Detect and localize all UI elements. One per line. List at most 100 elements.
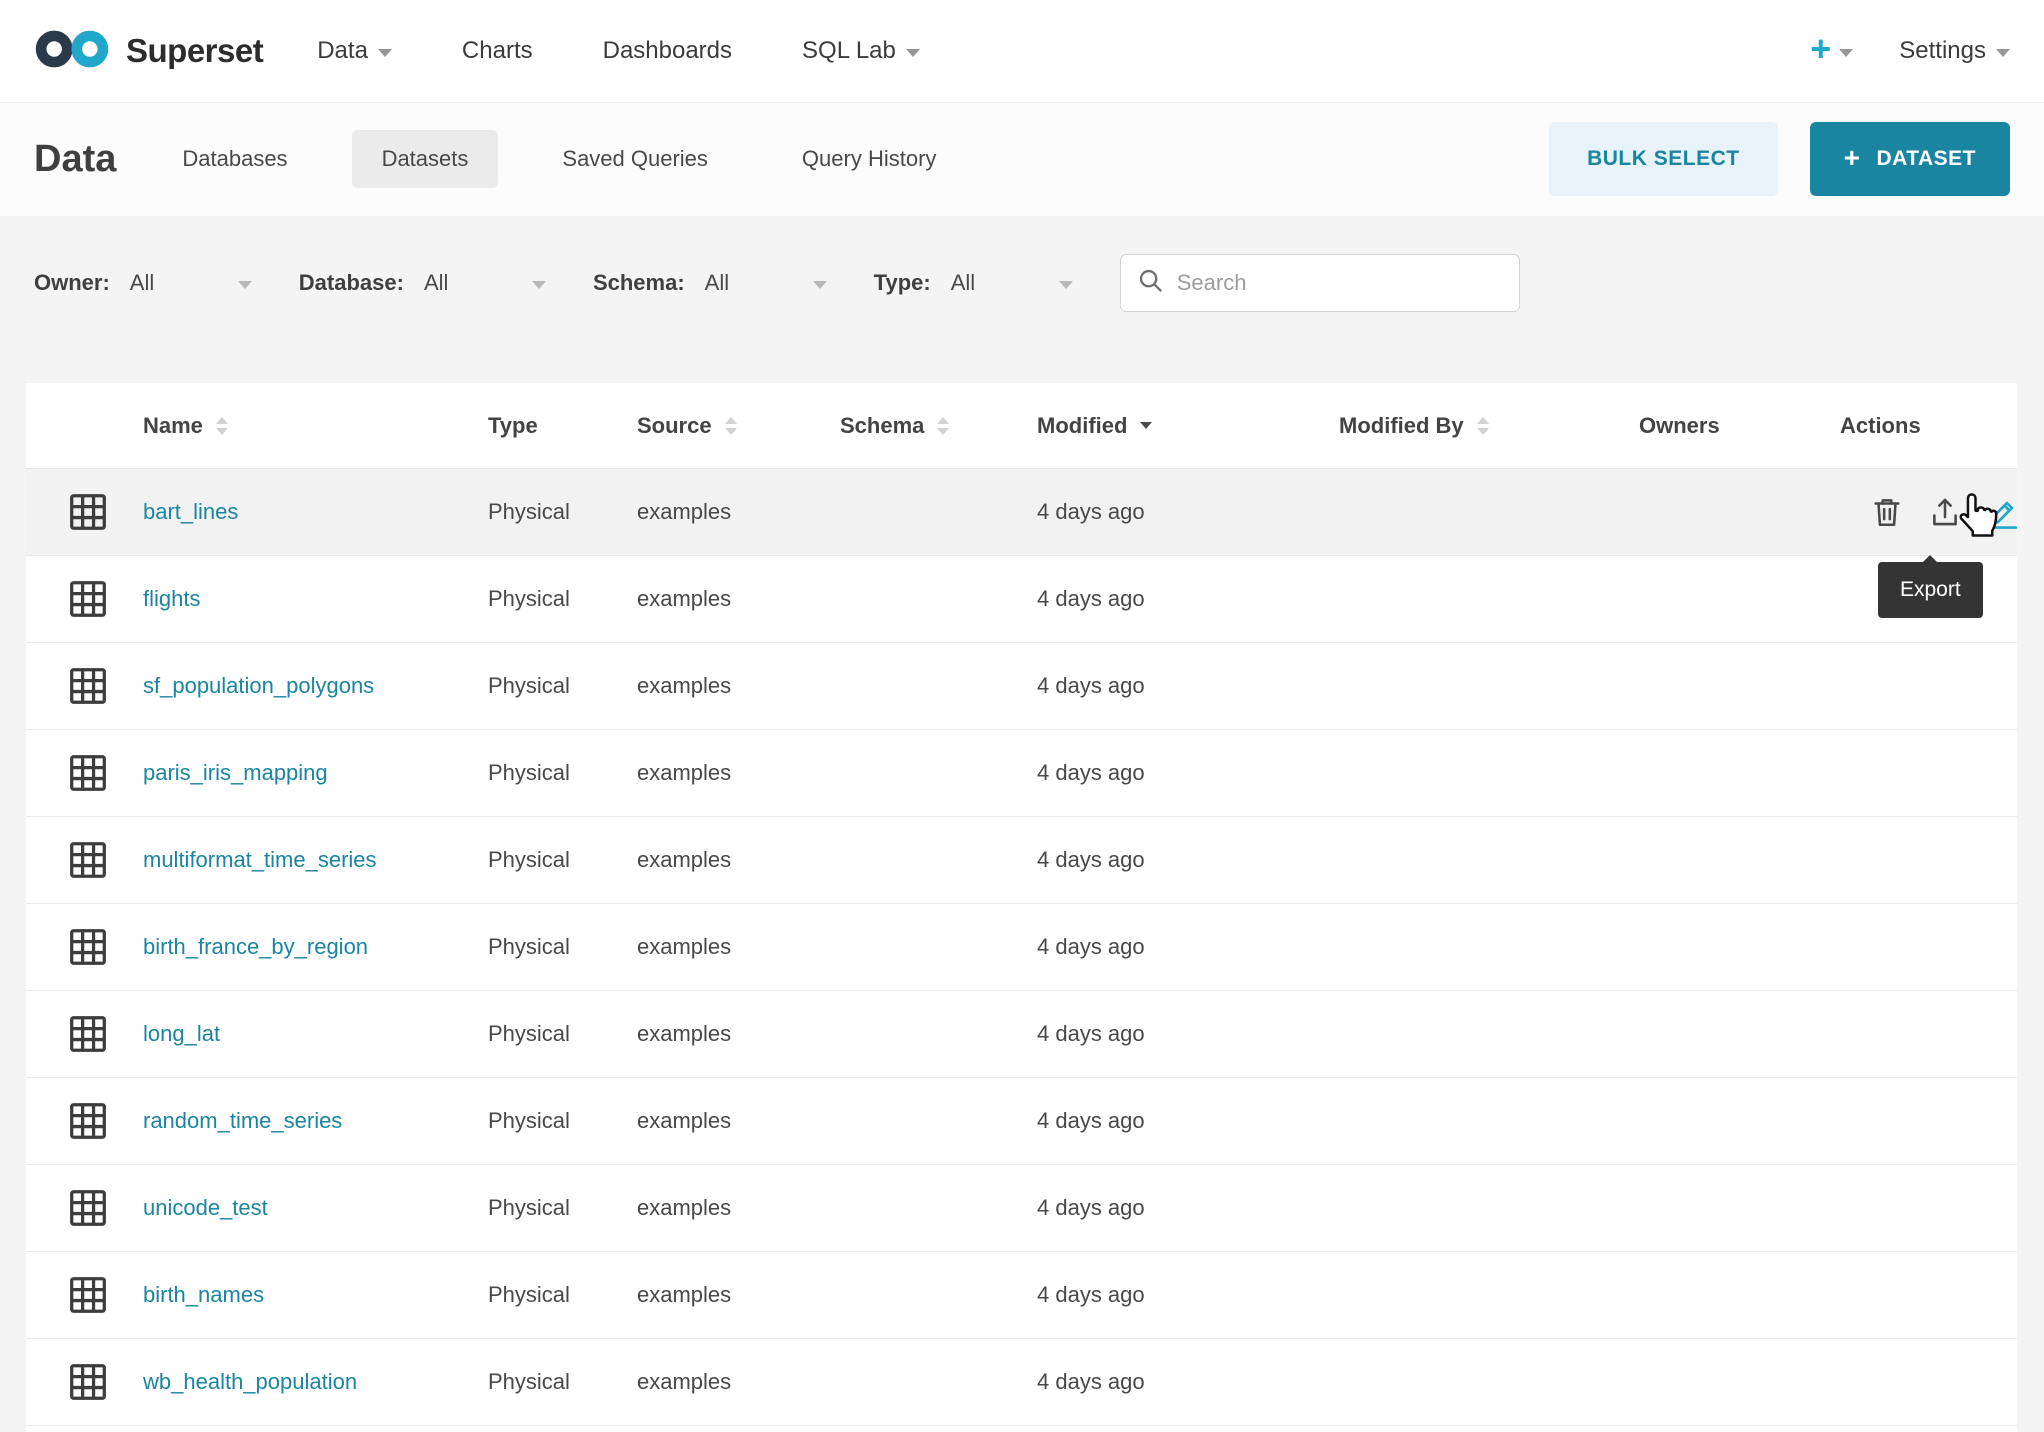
table-row[interactable]: birth_namesPhysicalexamples4 days ago xyxy=(26,1252,2017,1339)
dataset-source: examples xyxy=(637,586,840,612)
filter-bar: Owner: All Database: All Schema: All Typ… xyxy=(0,216,2044,350)
dataset-name-link[interactable]: paris_iris_mapping xyxy=(143,760,328,785)
dataset-type: Physical xyxy=(488,586,637,612)
dataset-name-link[interactable]: flights xyxy=(143,586,200,611)
dataset-modified: 4 days ago xyxy=(1037,934,1339,960)
settings-menu[interactable]: Settings xyxy=(1899,37,2010,65)
navbar-right: + Settings xyxy=(1810,35,2010,67)
database-filter-select[interactable]: All xyxy=(424,270,546,296)
export-upload-icon[interactable] xyxy=(1928,495,1962,529)
main-nav: Data Charts Dashboards SQL Lab xyxy=(317,37,920,65)
nav-item-dashboards[interactable]: Dashboards xyxy=(603,37,732,65)
tab-datasets[interactable]: Datasets xyxy=(352,130,499,188)
nav-item-charts[interactable]: Charts xyxy=(462,37,533,65)
sort-icon[interactable] xyxy=(216,417,228,435)
dataset-source: examples xyxy=(637,1021,840,1047)
nav-item-data[interactable]: Data xyxy=(317,37,392,65)
new-item-menu[interactable]: + xyxy=(1810,35,1853,67)
table-row[interactable]: bart_linesPhysicalexamples4 days ago xyxy=(26,469,2017,556)
dataset-type: Physical xyxy=(488,1369,637,1395)
dataset-source: examples xyxy=(637,847,840,873)
add-dataset-button[interactable]: + DATASET xyxy=(1810,122,2010,196)
dataset-grid-icon xyxy=(26,924,143,970)
table-row[interactable]: long_latPhysicalexamples4 days ago xyxy=(26,991,2017,1078)
bulk-select-button[interactable]: BULK SELECT xyxy=(1549,122,1778,196)
table-row[interactable]: sf_population_polygons Physicalexamples 4 … xyxy=(26,643,2017,730)
dataset-name-link[interactable]: multiformat_time_series xyxy=(143,847,377,872)
filter-owner: Owner: All xyxy=(34,270,252,296)
chevron-down-icon xyxy=(238,281,252,289)
plus-icon: + xyxy=(1810,31,1831,67)
table-row[interactable]: birth_france_by_region Physicalexamples 4 … xyxy=(26,904,2017,991)
table-row[interactable]: wb_health_populationPhysicalexamples4 da… xyxy=(26,1339,2017,1426)
filter-type: Type: All xyxy=(874,270,1073,296)
sort-icon[interactable] xyxy=(1477,417,1489,435)
dataset-grid-icon xyxy=(26,1185,143,1231)
dataset-type: Physical xyxy=(488,1021,637,1047)
row-actions xyxy=(1840,495,2017,529)
column-header-owners: Owners xyxy=(1639,413,1840,439)
tab-saved-queries[interactable]: Saved Queries xyxy=(532,130,738,188)
dataset-modified: 4 days ago xyxy=(1037,847,1339,873)
dataset-grid-icon xyxy=(26,837,143,883)
chevron-down-icon xyxy=(906,49,920,57)
dataset-grid-icon xyxy=(26,1272,143,1318)
dataset-source: examples xyxy=(637,1195,840,1221)
dataset-modified: 4 days ago xyxy=(1037,673,1339,699)
table-row[interactable]: unicode_testPhysicalexamples4 days ago xyxy=(26,1165,2017,1252)
data-tabs: Databases Datasets Saved Queries Query H… xyxy=(152,130,966,188)
owner-filter-select[interactable]: All xyxy=(130,270,252,296)
dataset-source: examples xyxy=(637,673,840,699)
dataset-type: Physical xyxy=(488,1282,637,1308)
column-header-actions: Actions xyxy=(1840,413,2017,439)
table-row[interactable]: multiformat_time_series Physicalexamples 4… xyxy=(26,817,2017,904)
dataset-source: examples xyxy=(637,499,840,525)
dataset-source: examples xyxy=(637,934,840,960)
top-navbar: Superset Data Charts Dashboards SQL Lab … xyxy=(0,0,2044,102)
type-filter-select[interactable]: All xyxy=(951,270,1073,296)
column-header-schema: Schema xyxy=(840,413,1037,439)
chevron-down-icon xyxy=(1059,281,1073,289)
dataset-name-link[interactable]: birth_names xyxy=(143,1282,264,1307)
dataset-modified: 4 days ago xyxy=(1037,1282,1339,1308)
search-input[interactable] xyxy=(1177,270,1503,296)
dataset-type: Physical xyxy=(488,673,637,699)
dataset-name-link[interactable]: birth_france_by_region xyxy=(143,934,368,959)
dataset-modified: 4 days ago xyxy=(1037,760,1339,786)
dataset-name-link[interactable]: unicode_test xyxy=(143,1195,268,1220)
tab-databases[interactable]: Databases xyxy=(152,130,317,188)
dataset-grid-icon xyxy=(26,1098,143,1144)
dataset-grid-icon xyxy=(26,1011,143,1057)
sort-icon[interactable] xyxy=(937,417,949,435)
dataset-type: Physical xyxy=(488,1195,637,1221)
dataset-type: Physical xyxy=(488,1108,637,1134)
chevron-down-icon xyxy=(532,281,546,289)
chevron-down-icon xyxy=(1996,49,2010,57)
dataset-grid-icon xyxy=(26,663,143,709)
plus-icon: + xyxy=(1844,142,1861,174)
dataset-name-link[interactable]: random_time_series xyxy=(143,1108,342,1133)
dataset-name-link[interactable]: bart_lines xyxy=(143,499,238,524)
dataset-name-link[interactable]: long_lat xyxy=(143,1021,220,1046)
schema-filter-select[interactable]: All xyxy=(705,270,827,296)
superset-logo[interactable]: Superset xyxy=(34,27,263,76)
dataset-name-link[interactable]: wb_health_population xyxy=(143,1369,357,1394)
dataset-grid-icon xyxy=(26,489,143,535)
delete-trash-icon[interactable] xyxy=(1870,495,1904,529)
table-row[interactable]: random_time_seriesPhysicalexamples4 days… xyxy=(26,1078,2017,1165)
dataset-type: Physical xyxy=(488,499,637,525)
dataset-type: Physical xyxy=(488,847,637,873)
table-row[interactable]: paris_iris_mappingPhysicalexamples4 days… xyxy=(26,730,2017,817)
sort-icon[interactable] xyxy=(725,417,737,435)
tab-query-history[interactable]: Query History xyxy=(772,130,966,188)
edit-pencil-icon[interactable] xyxy=(1986,495,2017,529)
dataset-modified: 4 days ago xyxy=(1037,586,1339,612)
dataset-name-link[interactable]: sf_population_polygons xyxy=(143,673,374,698)
column-header-modified: Modified xyxy=(1037,413,1339,439)
dataset-grid-icon xyxy=(26,1359,143,1405)
dataset-type: Physical xyxy=(488,934,637,960)
nav-item-sql-lab[interactable]: SQL Lab xyxy=(802,37,920,65)
datasets-table: Name Type Source Schema Modified Modifie… xyxy=(26,383,2017,1432)
sort-icon-descending[interactable] xyxy=(1140,422,1152,429)
table-row[interactable]: flights Physicalexamples 4 days ago xyxy=(26,556,2017,643)
